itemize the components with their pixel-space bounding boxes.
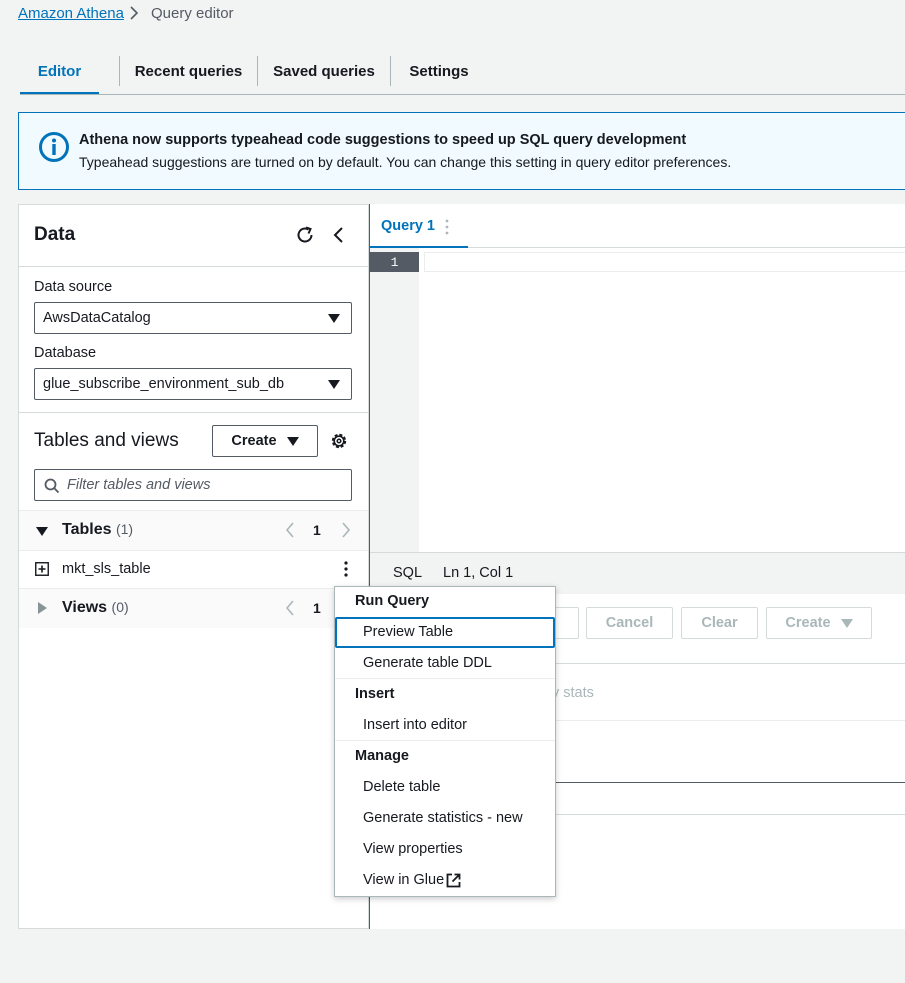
caret-down-icon (328, 380, 340, 389)
views-page-number[interactable]: 1 (313, 600, 321, 616)
menu-separator (335, 678, 555, 679)
info-flashbar (18, 112, 905, 190)
database-label: Database (34, 345, 97, 361)
views-title: Views (0) (62, 599, 129, 616)
status-language: SQL (393, 565, 423, 581)
breadcrumb-current: Query editor (151, 5, 234, 22)
create-dropdown-button[interactable]: Create (212, 425, 318, 457)
query-tab-more-icon[interactable] (445, 219, 449, 238)
caret-right-icon[interactable] (38, 601, 47, 617)
data-panel-title: Data (34, 224, 76, 245)
table-item-mkt-sls-table[interactable]: mkt_sls_table (62, 561, 151, 577)
tables-count: (1) (115, 521, 134, 537)
tables-title: Tables (1) (62, 521, 134, 538)
menu-separator (335, 740, 555, 741)
menu-item-generate-statistics[interactable]: Generate statistics - new (363, 810, 523, 826)
tables-page-number[interactable]: 1 (313, 522, 321, 538)
tabs-underline (20, 94, 905, 95)
flash-title: Athena now supports typeahead code sugge… (79, 132, 687, 148)
tab-editor[interactable]: Editor (20, 48, 99, 95)
tab-bar: Editor Recent queries Saved queries Sett… (20, 48, 487, 95)
menu-item-generate-table-ddl[interactable]: Generate table DDL (363, 655, 492, 671)
data-source-label: Data source (34, 279, 113, 295)
external-link-icon (446, 873, 461, 891)
active-line-highlight (424, 252, 905, 272)
breadcrumb-amazon-athena[interactable]: Amazon Athena (18, 5, 124, 22)
menu-header-run-query: Run Query (355, 593, 430, 609)
prev-page-icon[interactable] (284, 599, 296, 620)
tab-settings[interactable]: Settings (391, 48, 487, 94)
views-count: (0) (111, 599, 129, 615)
search-icon (44, 478, 60, 498)
expand-plus-icon[interactable] (35, 562, 49, 579)
caret-down-icon[interactable] (36, 524, 48, 540)
menu-item-view-properties[interactable]: View properties (363, 841, 463, 857)
caret-down-icon (840, 618, 853, 628)
status-cursor-position: Ln 1, Col 1 (443, 565, 514, 581)
create-button-label: Create (231, 433, 277, 449)
menu-item-delete-table[interactable]: Delete table (363, 779, 440, 795)
divider (19, 266, 368, 267)
query-stats-partial: y stats (552, 685, 594, 701)
menu-header-manage: Manage (355, 748, 409, 764)
editor-gutter (370, 248, 419, 552)
database-select[interactable]: glue_subscribe_environment_sub_db (34, 368, 352, 400)
next-page-icon[interactable] (340, 521, 352, 542)
data-source-select[interactable]: AwsDataCatalog (34, 302, 352, 334)
more-options-icon[interactable] (344, 561, 348, 580)
menu-header-insert: Insert (355, 686, 395, 702)
preview-table-label[interactable]: Preview Table (363, 624, 453, 640)
collapse-chevron-left-icon[interactable] (332, 225, 346, 248)
menu-item-view-in-glue[interactable]: View in Glue (363, 872, 444, 888)
prev-page-icon[interactable] (284, 521, 296, 542)
filter-tables-input[interactable]: Filter tables and views (34, 469, 352, 501)
chevron-right-icon (128, 5, 140, 24)
menu-item-insert-into-editor[interactable]: Insert into editor (363, 717, 467, 733)
tab-recent-queries[interactable]: Recent queries (120, 48, 257, 94)
query-tab-1[interactable]: Query 1 (381, 218, 435, 234)
divider (19, 412, 368, 413)
tables-and-views-title: Tables and views (34, 430, 179, 451)
refresh-icon[interactable] (295, 225, 315, 248)
tab-saved-queries[interactable]: Saved queries (258, 48, 390, 94)
gear-icon[interactable] (330, 432, 348, 453)
caret-down-icon (328, 314, 340, 323)
flash-body: Typeahead suggestions are turned on by d… (79, 154, 732, 170)
cancel-button[interactable]: Cancel (586, 607, 673, 639)
caret-down-icon (286, 436, 299, 446)
filter-placeholder: Filter tables and views (67, 477, 211, 493)
data-source-value: AwsDataCatalog (43, 310, 151, 326)
info-icon (38, 131, 70, 166)
create-menu-label: Create (785, 615, 831, 631)
sql-code-area[interactable] (419, 248, 905, 552)
database-value: glue_subscribe_environment_sub_db (43, 376, 285, 392)
create-menu-button[interactable]: Create (766, 607, 872, 639)
clear-button[interactable]: Clear (681, 607, 758, 639)
line-number: 1 (370, 252, 419, 272)
